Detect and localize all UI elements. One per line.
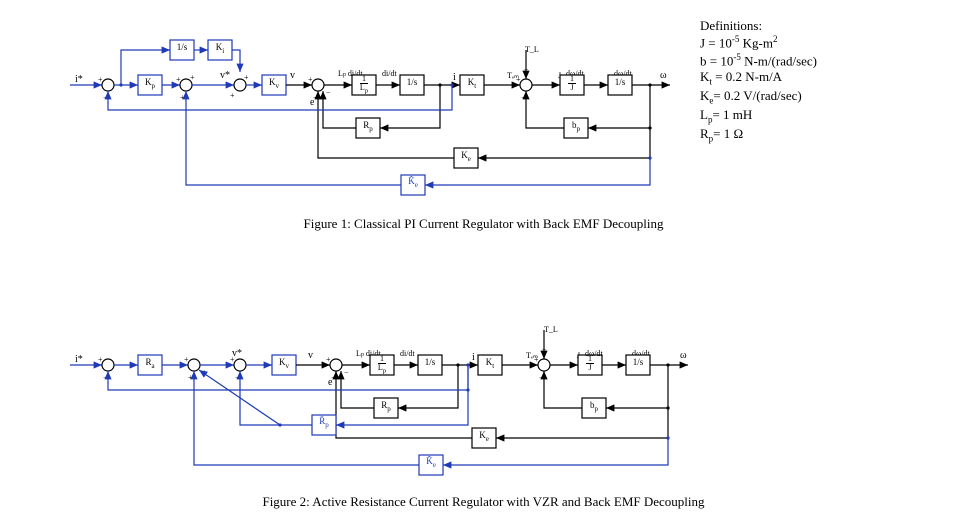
definitions-item: J = 10-5 Kg-m2 xyxy=(700,34,910,52)
blk-Ra: Ra xyxy=(138,357,162,370)
definitions-box: Definitions: J = 10-5 Kg-m2b = 10-5 N-m/… xyxy=(700,18,910,145)
blk-Ki: Ki xyxy=(208,42,232,55)
svg-text:+: + xyxy=(308,75,313,84)
blk-1s-b: 1/s xyxy=(400,77,424,87)
svg-text:+: + xyxy=(98,75,103,84)
sig-v2: v xyxy=(308,350,313,361)
svg-text:−: − xyxy=(235,373,240,382)
svg-text:−: − xyxy=(539,373,544,382)
blk-1J: 1J xyxy=(560,75,584,92)
blk-Kt2: Kt xyxy=(478,357,502,370)
blk-1s-c: 1/s xyxy=(608,77,632,87)
definitions-item: Lp= 1 mH xyxy=(700,107,910,126)
blk-Rp: Rp xyxy=(356,120,380,133)
sig-TL: T_L xyxy=(525,45,539,54)
definitions-items: J = 10-5 Kg-m2b = 10-5 N-m/(rad/sec)Kt =… xyxy=(700,34,910,145)
blk-1Lp2: 1Lp xyxy=(370,355,394,375)
figure-2: i* v* v e i Tₑₘ T_L J ω + − Ra + + + + −… xyxy=(70,325,688,475)
svg-text:+: + xyxy=(180,93,185,102)
sig-omega: ω xyxy=(660,70,667,81)
svg-text:+: + xyxy=(244,73,249,82)
caption-1: Figure 1: Classical PI Current Regulator… xyxy=(0,216,967,232)
svg-text:+: + xyxy=(516,75,521,84)
blk-bp2: bp xyxy=(582,400,606,413)
definitions-item: Ke= 0.2 V/(rad/sec) xyxy=(700,88,910,107)
svg-text:+: + xyxy=(188,373,193,382)
svg-text:−: − xyxy=(103,373,108,382)
blk-1Lp: 1Lp xyxy=(352,75,376,95)
svg-text:dω/dt: dω/dt xyxy=(585,349,603,358)
blk-Ke: Ke xyxy=(454,150,478,163)
svg-text:+: + xyxy=(326,355,331,364)
sig-vstar: v* xyxy=(220,70,230,81)
sig-istar: i* xyxy=(75,74,83,85)
svg-text:+: + xyxy=(230,355,235,364)
blk-Rp2: Rp xyxy=(374,400,398,413)
definitions-title: Definitions: xyxy=(700,18,910,34)
svg-text:+: + xyxy=(534,355,539,364)
svg-text:di/dt: di/dt xyxy=(382,69,397,78)
blk-Kt: Kt xyxy=(460,77,484,90)
definitions-item: Rp= 1 Ω xyxy=(700,126,910,145)
blk-1s-e: 1/s xyxy=(626,357,650,367)
blk-Kv: Kv xyxy=(262,77,286,90)
svg-text:−: − xyxy=(521,93,526,102)
figure-1: i* v* v e i Tₑₘ T_L J ω + − 1/s Ki Kp + … xyxy=(70,40,670,195)
svg-text:T_L: T_L xyxy=(544,325,558,334)
blk-Keh2: K̂e xyxy=(419,456,443,469)
caption-2: Figure 2: Active Resistance Current Regu… xyxy=(0,494,967,510)
svg-text:+: + xyxy=(176,75,181,84)
definitions-item: Kt = 0.2 N-m/A xyxy=(700,69,910,88)
blk-1s-d: 1/s xyxy=(418,357,442,367)
svg-text:−: − xyxy=(344,368,349,377)
svg-text:di/dt: di/dt xyxy=(400,349,415,358)
svg-text:+: + xyxy=(190,73,195,82)
sig-v: v xyxy=(290,70,295,81)
svg-text:−: − xyxy=(313,93,318,102)
svg-text:+: + xyxy=(98,355,103,364)
svg-text:+: + xyxy=(230,91,235,100)
svg-text:+: + xyxy=(184,355,189,364)
svg-text:−: − xyxy=(326,88,331,97)
blk-Rph: R̂p xyxy=(312,416,336,429)
blk-Ke2: Ke xyxy=(472,430,496,443)
definitions-item: b = 10-5 N-m/(rad/sec) xyxy=(700,52,910,70)
sig-istar2: i* xyxy=(75,354,83,365)
svg-text:−: − xyxy=(331,373,336,382)
blk-Kv2: Kv xyxy=(272,357,296,370)
svg-text:ω: ω xyxy=(680,350,687,361)
blk-Kp: Kp xyxy=(138,77,162,90)
blk-1s-a: 1/s xyxy=(170,42,194,52)
svg-text:−: − xyxy=(103,93,108,102)
blk-Keh: K̂e xyxy=(401,176,425,189)
sig-i: i xyxy=(453,72,456,83)
sig-i2: i xyxy=(472,352,475,363)
blk-bp: bp xyxy=(564,120,588,133)
